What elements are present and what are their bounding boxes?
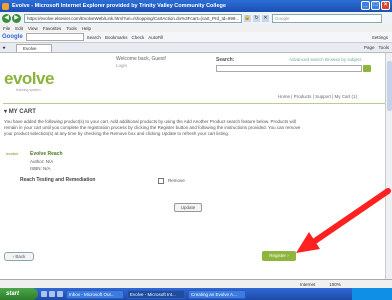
cart-heading: MY CART: [8, 109, 36, 115]
check-button[interactable]: Check: [131, 35, 144, 40]
menu-tools[interactable]: Tools: [66, 26, 77, 31]
update-button[interactable]: Update: [174, 203, 202, 212]
task-creating[interactable]: Creating an Evolve A...: [188, 289, 246, 299]
back-button[interactable]: ‹ Back: [4, 252, 34, 261]
bookmarks-button[interactable]: Bookmarks: [105, 35, 128, 40]
search-links[interactable]: Advanced search Browse by subject: [289, 57, 362, 62]
remove-checkbox[interactable]: [158, 178, 164, 184]
scrollbar-thumb[interactable]: [387, 61, 392, 111]
top-nav-links[interactable]: Home | Products | Support | My Cart (1): [278, 94, 357, 99]
security-zone: Internet: [300, 281, 316, 287]
system-tray: [352, 288, 392, 300]
product-badge: evolve: [6, 151, 19, 156]
window-titlebar: Evolve - Microsoft Internet Explorer pro…: [0, 0, 392, 12]
logo-tagline: learning system: [16, 88, 41, 92]
product-author: Author: N/A: [30, 159, 54, 164]
menu-favorites[interactable]: Favorites: [43, 26, 62, 31]
favorites-star-icon[interactable]: ★: [2, 45, 6, 51]
menu-file[interactable]: File: [3, 26, 10, 31]
autofill-button[interactable]: AutoFill: [148, 35, 163, 40]
close-button[interactable]: ×: [381, 1, 390, 10]
search-go-button[interactable]: [363, 65, 371, 72]
google-toolbar: Google Search Bookmarks Check AutoFill S…: [0, 32, 392, 43]
search-label: Search:: [216, 57, 235, 63]
register-button[interactable]: Register ›: [262, 251, 296, 261]
menu-view[interactable]: View: [28, 26, 38, 31]
google-search-button[interactable]: Search: [87, 35, 101, 40]
tab-evolve[interactable]: Evolve: [16, 43, 53, 52]
ie-icon: [2, 2, 9, 10]
page-content: Welcome back, Guest! Login Search: Advan…: [0, 53, 392, 279]
lock-icon[interactable]: 🔒: [244, 14, 251, 22]
task-evolve[interactable]: Evolve - Microsoft Int...: [127, 289, 185, 299]
task-outlook[interactable]: Inbox - Microsoft Out...: [66, 289, 124, 299]
page-title: ▾ MY CART: [4, 109, 36, 115]
menu-edit[interactable]: Edit: [15, 26, 23, 31]
stop-icon[interactable]: ✕: [262, 14, 269, 22]
product-isbn: ISBN: N/A: [30, 166, 51, 171]
windows-taskbar: start Inbox - Microsoft Out... Evolve - …: [0, 288, 392, 300]
refresh-icon[interactable]: ↻: [253, 14, 260, 22]
register-label: Register: [269, 253, 286, 258]
google-search-input[interactable]: [25, 33, 84, 41]
minimize-button[interactable]: _: [361, 1, 370, 10]
site-search-input[interactable]: [216, 65, 362, 72]
quick-launch: [41, 291, 63, 297]
url-input[interactable]: https://evolve.elsevier.com/EvolveWeb/Li…: [24, 13, 242, 23]
address-bar: ◀ ▶ https://evolve.elsevier.com/EvolveWe…: [0, 12, 392, 24]
live-search-input[interactable]: Google: [272, 13, 382, 23]
maximize-button[interactable]: □: [371, 1, 380, 10]
login-link[interactable]: Login: [116, 63, 127, 68]
forward-nav-icon[interactable]: ▶: [12, 13, 21, 23]
google-logo: Google: [2, 34, 23, 40]
back-nav-icon[interactable]: ◀: [2, 13, 11, 23]
zoom-level[interactable]: 100%: [329, 282, 341, 287]
product-title: Reach Testing and Remediation: [20, 177, 96, 183]
product-name-link[interactable]: Evolve Reach: [30, 151, 63, 157]
tools-menu[interactable]: Tools: [378, 45, 389, 50]
quicklaunch-icon[interactable]: [41, 291, 47, 297]
welcome-text: Welcome back, Guest!: [116, 56, 167, 62]
header-divider: [3, 103, 389, 104]
tab-bar: ★ Evolve Page Tools: [0, 43, 392, 53]
back-label: Back: [15, 254, 26, 259]
start-button[interactable]: start: [0, 288, 38, 300]
menu-bar: File Edit View Favorites Tools Help: [0, 24, 392, 32]
remove-label: Remove: [168, 178, 185, 183]
settings-button[interactable]: Settings: [372, 35, 388, 40]
page-menu[interactable]: Page: [364, 45, 375, 50]
evolve-logo: evolve: [4, 69, 54, 88]
quicklaunch-icon[interactable]: [57, 291, 63, 297]
vertical-scrollbar[interactable]: [385, 53, 392, 279]
cart-intro: You have added the following product(s) …: [4, 119, 301, 136]
status-bar: Internet 100%: [0, 279, 392, 288]
quicklaunch-icon[interactable]: [49, 291, 55, 297]
menu-help[interactable]: Help: [82, 26, 91, 31]
window-title: Evolve - Microsoft Internet Explorer pro…: [12, 3, 226, 9]
